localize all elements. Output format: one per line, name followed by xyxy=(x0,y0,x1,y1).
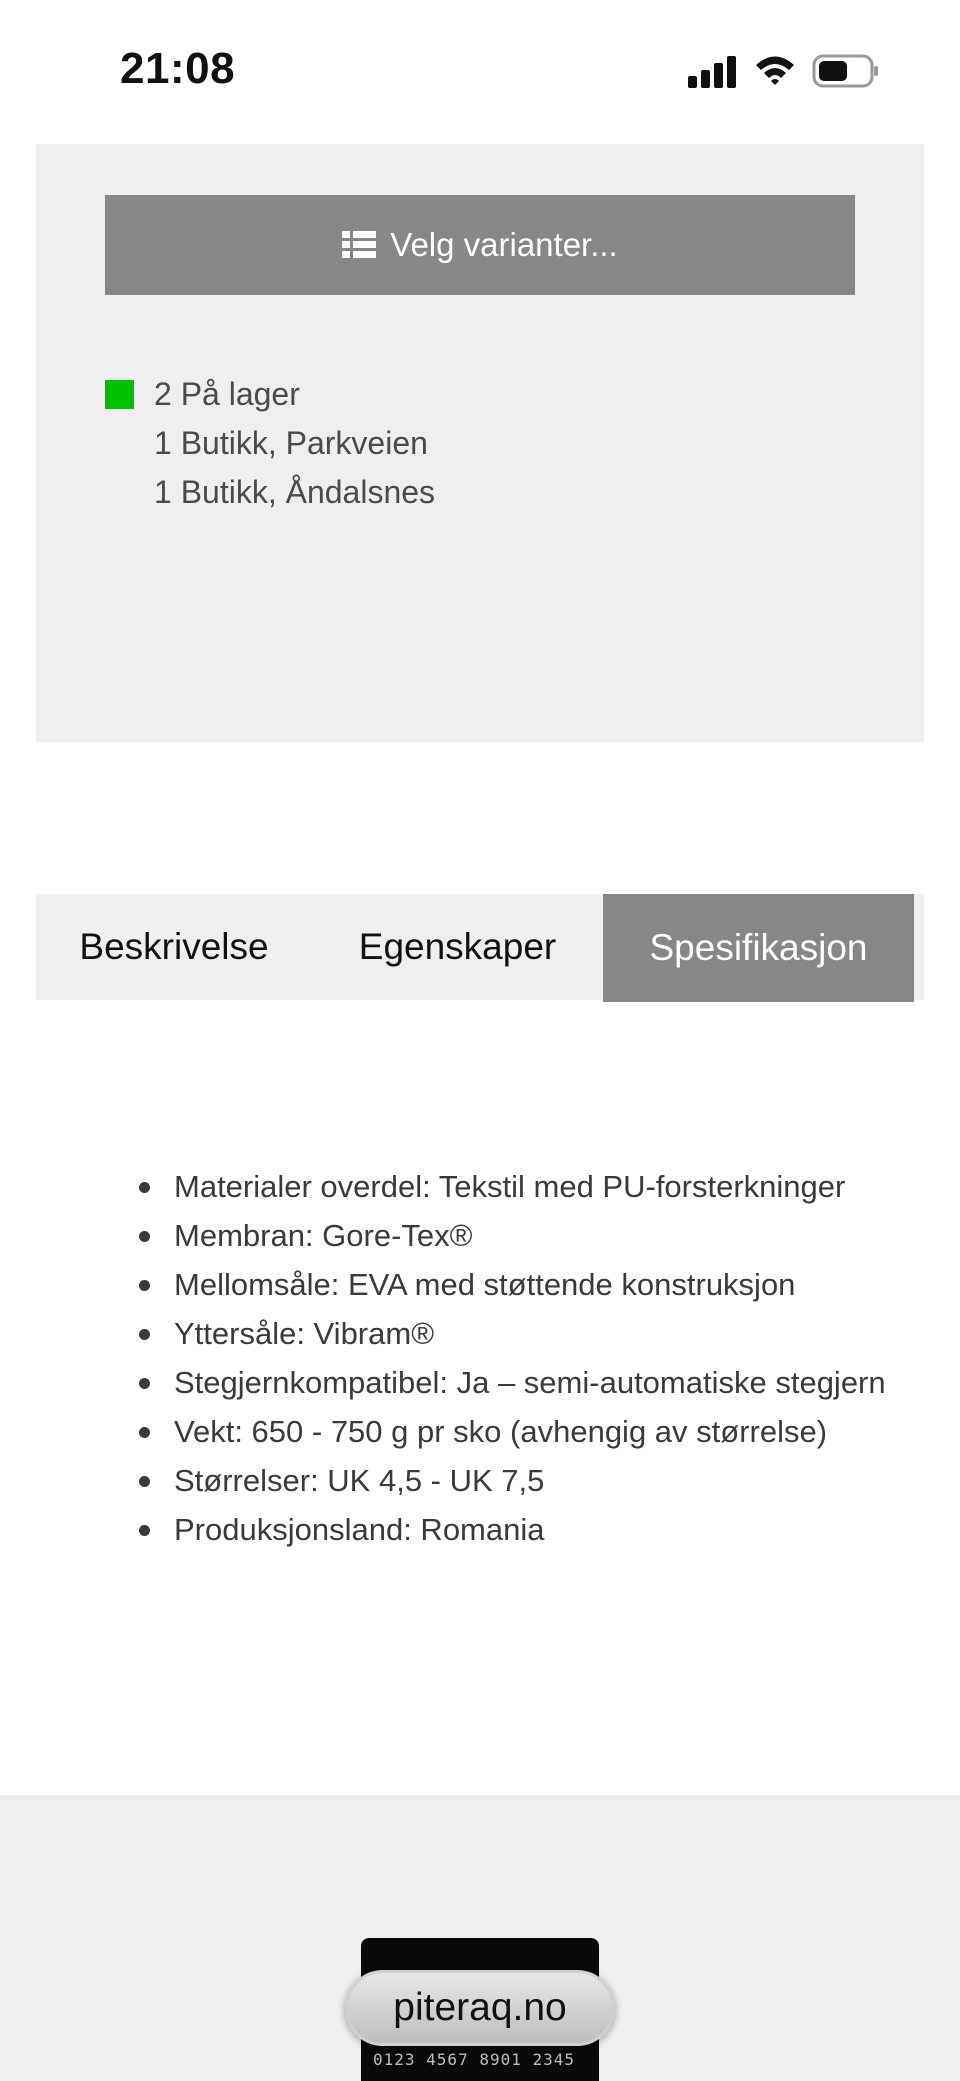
status-bar: 21:08 xyxy=(0,0,960,140)
spec-item: Materialer overdel: Tekstil med PU-forst… xyxy=(131,1162,931,1211)
product-tabs: Beskrivelse Egenskaper Spesifikasjon xyxy=(36,894,924,1002)
list-icon xyxy=(342,231,377,259)
tab-egenskaper[interactable]: Egenskaper xyxy=(312,894,603,1000)
stock-total-row: 2 På lager xyxy=(105,370,435,419)
wifi-icon xyxy=(756,56,794,85)
tab-spesifikasjon[interactable]: Spesifikasjon xyxy=(603,894,914,1002)
spec-item: Yttersåle: Vibram® xyxy=(131,1309,931,1358)
specification-list: Materialer overdel: Tekstil med PU-forst… xyxy=(131,1162,931,1554)
stock-info: 2 På lager 1 Butikk, Parkveien 1 Butikk,… xyxy=(105,370,435,517)
browser-address-bar[interactable]: piteraq.no xyxy=(345,1970,615,2046)
tab-beskrivelse[interactable]: Beskrivelse xyxy=(36,894,312,1000)
select-variants-button[interactable]: Velg varianter... xyxy=(105,195,855,295)
spec-item: Størrelser: UK 4,5 - UK 7,5 xyxy=(131,1456,931,1505)
card-number: 0123 4567 8901 2345 xyxy=(373,2050,576,2069)
spec-item: Vekt: 650 - 750 g pr sko (avhengig av st… xyxy=(131,1407,931,1456)
spec-item: Stegjernkompatibel: Ja – semi-automatisk… xyxy=(131,1358,931,1407)
stock-total: 2 På lager xyxy=(154,376,300,412)
clock: 21:08 xyxy=(120,44,236,93)
select-variants-label: Velg varianter... xyxy=(390,226,618,263)
in-stock-indicator xyxy=(105,380,134,409)
variant-panel: Velg varianter... 2 På lager 1 Butikk, P… xyxy=(36,144,924,742)
battery-icon xyxy=(812,54,878,88)
spec-item: Membran: Gore-Tex® xyxy=(131,1211,931,1260)
cellular-signal-icon xyxy=(688,56,736,88)
stock-location: 1 Butikk, Åndalsnes xyxy=(154,474,436,510)
stock-location: 1 Butikk, Parkveien xyxy=(154,425,428,461)
spec-item: Mellomsåle: EVA med støttende konstruksj… xyxy=(131,1260,931,1309)
page: 21:08 Velg varianter... 2 På lager 1 But… xyxy=(0,0,960,2081)
spec-item: Produksjonsland: Romania xyxy=(131,1505,931,1554)
